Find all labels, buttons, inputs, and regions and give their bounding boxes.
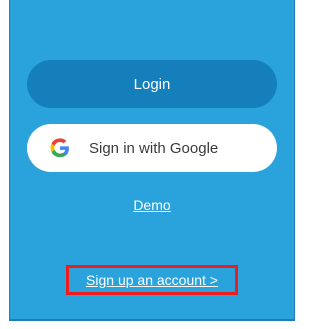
google-sign-in-button[interactable]: Sign in with Google xyxy=(27,124,277,172)
sign-up-link-label: Sign up an account > xyxy=(86,272,218,288)
demo-link[interactable]: Demo xyxy=(0,197,304,213)
google-g-icon xyxy=(49,137,71,159)
sign-up-link[interactable]: Sign up an account > xyxy=(66,265,238,295)
google-sign-in-label: Sign in with Google xyxy=(89,139,219,157)
login-button-label: Login xyxy=(133,75,171,93)
login-button[interactable]: Login xyxy=(27,60,277,108)
